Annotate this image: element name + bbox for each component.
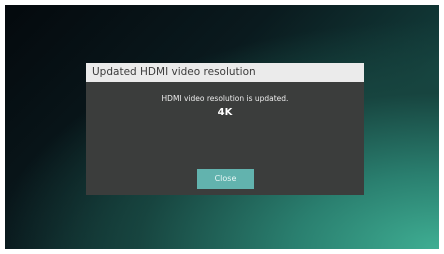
dialog-title: Updated HDMI video resolution: [86, 63, 364, 82]
tv-screen: Updated HDMI video resolution HDMI video…: [5, 5, 439, 249]
close-button[interactable]: Close: [197, 169, 254, 189]
dialog-message: HDMI video resolution is updated.: [161, 94, 289, 103]
resolution-value: 4K: [217, 107, 233, 118]
resolution-dialog: Updated HDMI video resolution HDMI video…: [86, 63, 364, 195]
